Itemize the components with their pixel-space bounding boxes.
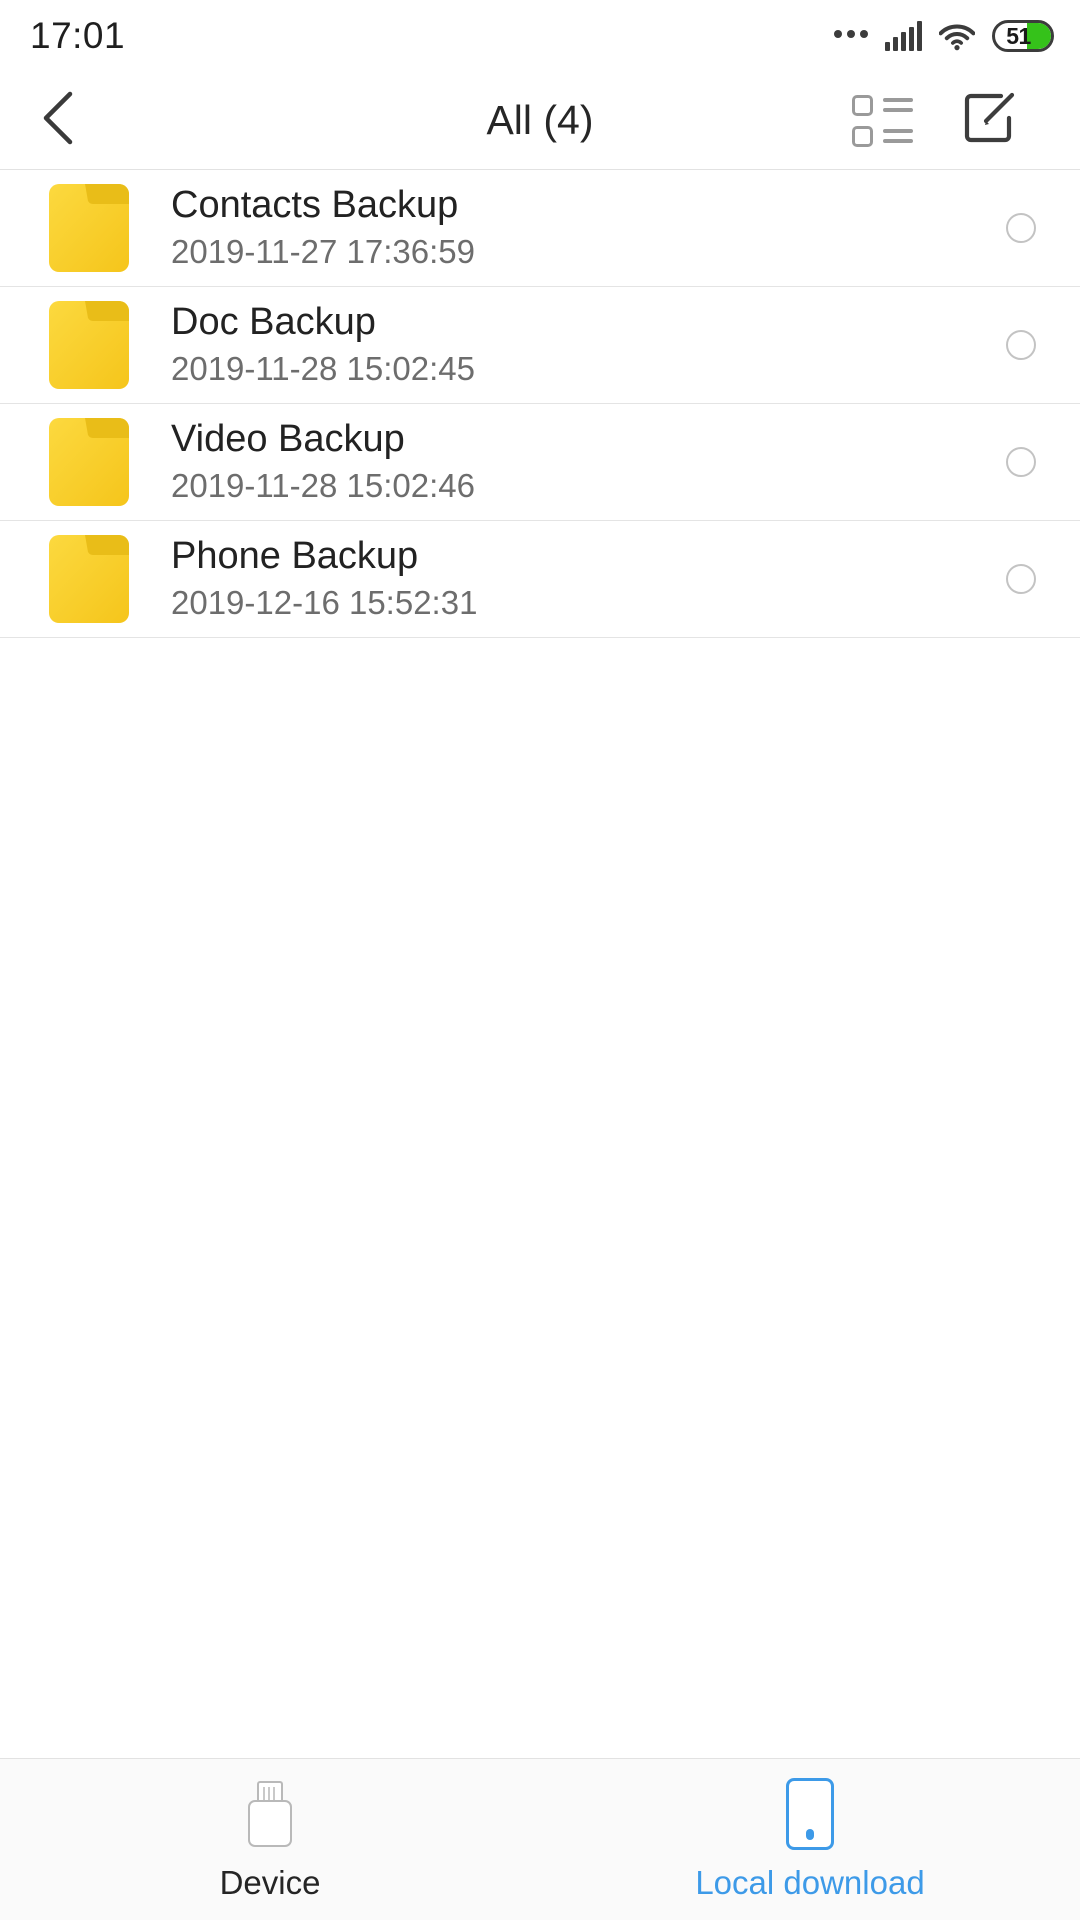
file-select-radio[interactable] bbox=[1006, 213, 1036, 243]
file-list: Contacts Backup 2019-11-27 17:36:59 Doc … bbox=[0, 170, 1080, 1198]
empty-area bbox=[0, 1198, 1080, 1758]
file-item-text: Doc Backup 2019-11-28 15:02:45 bbox=[171, 301, 1006, 388]
file-list-item[interactable]: Doc Backup 2019-11-28 15:02:45 bbox=[0, 287, 1080, 404]
folder-icon bbox=[41, 182, 129, 274]
file-select-radio[interactable] bbox=[1006, 447, 1036, 477]
wifi-icon bbox=[938, 21, 976, 51]
file-list-item[interactable]: Video Backup 2019-11-28 15:02:46 bbox=[0, 404, 1080, 521]
folder-icon bbox=[41, 416, 129, 508]
folder-icon bbox=[41, 533, 129, 625]
battery-percent-label: 51 bbox=[1006, 22, 1031, 49]
file-item-text: Contacts Backup 2019-11-27 17:36:59 bbox=[171, 184, 1006, 271]
list-view-button[interactable] bbox=[848, 88, 914, 154]
status-bar-clock: 17:01 bbox=[30, 15, 126, 56]
tab-local-download[interactable]: Local download bbox=[540, 1759, 1080, 1920]
file-date: 2019-11-27 17:36:59 bbox=[171, 233, 475, 271]
file-date: 2019-12-16 15:52:31 bbox=[171, 584, 478, 622]
file-date: 2019-11-28 15:02:45 bbox=[171, 350, 475, 388]
tab-device[interactable]: Device bbox=[0, 1759, 540, 1920]
file-name: Phone Backup bbox=[171, 535, 419, 578]
edit-button[interactable] bbox=[956, 88, 1022, 154]
tab-local-download-label: Local download bbox=[695, 1864, 925, 1901]
phone-icon bbox=[786, 1778, 834, 1850]
back-button[interactable] bbox=[0, 72, 120, 170]
file-name: Contacts Backup bbox=[171, 184, 459, 227]
file-name: Doc Backup bbox=[171, 301, 376, 344]
file-list-item[interactable]: Contacts Backup 2019-11-27 17:36:59 bbox=[0, 170, 1080, 287]
file-select-radio[interactable] bbox=[1006, 564, 1036, 594]
status-bar-indicators: 51 bbox=[834, 20, 1054, 52]
file-list-item[interactable]: Phone Backup 2019-12-16 15:52:31 bbox=[0, 521, 1080, 638]
cellular-signal-icon bbox=[885, 21, 922, 51]
file-item-text: Video Backup 2019-11-28 15:02:46 bbox=[171, 418, 1006, 505]
folder-icon bbox=[41, 299, 129, 391]
battery-icon: 51 bbox=[992, 20, 1054, 52]
app-root: 17:01 51 All (4) Contacts Backup 2019-11… bbox=[0, 0, 1080, 1920]
bottom-tab-bar: Device Local download bbox=[0, 1758, 1080, 1920]
list-view-icon bbox=[852, 94, 913, 147]
back-chevron-icon bbox=[38, 88, 82, 153]
status-bar: 17:01 51 bbox=[0, 0, 1080, 72]
app-header: All (4) bbox=[0, 72, 1080, 170]
file-item-text: Phone Backup 2019-12-16 15:52:31 bbox=[171, 535, 1006, 622]
header-actions bbox=[848, 88, 1080, 154]
file-name: Video Backup bbox=[171, 418, 405, 461]
file-select-radio[interactable] bbox=[1006, 330, 1036, 360]
tab-device-label: Device bbox=[219, 1864, 321, 1901]
more-dots-icon bbox=[834, 30, 868, 42]
file-date: 2019-11-28 15:02:46 bbox=[171, 467, 475, 505]
edit-compose-icon bbox=[959, 88, 1019, 153]
usb-drive-icon bbox=[248, 1780, 292, 1848]
